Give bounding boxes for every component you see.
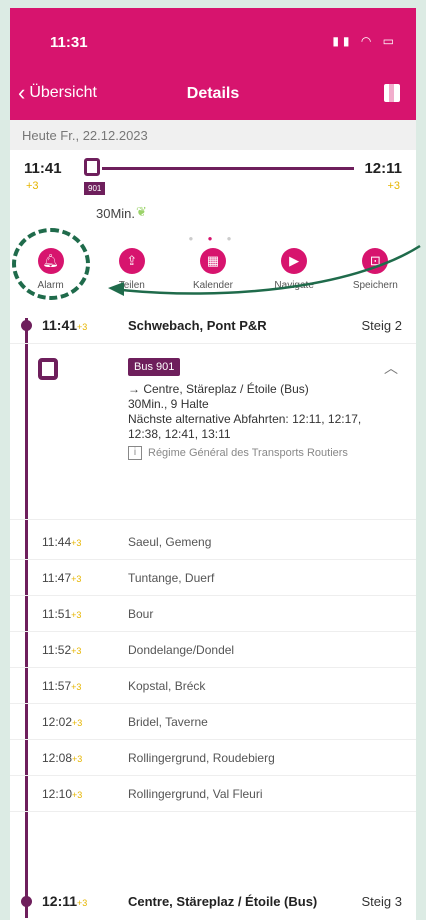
- date-header: Heute Fr., 22.12.2023: [10, 120, 416, 150]
- origin-time: 11:41+3: [42, 317, 88, 333]
- intermediate-stop[interactable]: 12:10+3 Rollingergrund, Val Fleuri: [10, 776, 416, 812]
- destination-stop[interactable]: 12:11+3 Centre, Stäreplaz / Étoile (Bus)…: [10, 884, 416, 920]
- stop-time: 11:52+3: [42, 643, 82, 657]
- annotation-dashed-circle: [12, 228, 90, 300]
- intermediate-stop[interactable]: 11:44+3 Saeul, Gemeng: [10, 524, 416, 560]
- map-icon[interactable]: [384, 84, 400, 102]
- nav-bar: ‹ Übersicht Details: [10, 68, 416, 120]
- stop-time: 11:51+3: [42, 607, 82, 621]
- line-badge: 901: [84, 182, 106, 195]
- stop-name: Bour: [128, 607, 154, 621]
- trip-summary: 11:41 +3 901 12:11 +3 30Min. ❦ ● ● ●: [10, 150, 416, 244]
- stop-name: Dondelange/Dondel: [128, 643, 235, 657]
- leaf-icon: ❦: [136, 204, 147, 219]
- status-bar: 11:31 ▮▮ ◠ ▭: [10, 8, 416, 68]
- info-icon: i: [128, 446, 142, 460]
- stop-name: Tuntange, Duerf: [128, 571, 215, 585]
- operator-name: Régime Général des Transports Routiers: [148, 447, 348, 459]
- leg-info: → Centre, Stäreplaz / Étoile (Bus) 30Min…: [128, 382, 388, 461]
- signal-wifi-battery-icon: ▮▮ ◠ ▭: [332, 34, 398, 48]
- intermediate-stop[interactable]: 11:57+3 Kopstal, Bréck: [10, 668, 416, 704]
- stop-time: 12:08+3: [42, 751, 83, 765]
- app-screen: 11:31 ▮▮ ◠ ▭ ‹ Übersicht Details Heute F…: [10, 8, 416, 920]
- bus-icon: [38, 358, 58, 380]
- operator-info: i Régime Général des Transports Routiers: [128, 446, 388, 461]
- intermediate-stop[interactable]: 11:52+3 Dondelange/Dondel: [10, 632, 416, 668]
- stop-time: 12:10+3: [42, 787, 83, 801]
- annotation-arrow: [108, 244, 421, 296]
- stop-list: 11:41+3 Schwebach, Pont P&R Steig 2 Bus …: [10, 308, 416, 920]
- stop-time: 11:47+3: [42, 571, 82, 585]
- stop-name: Rollingergrund, Roudebierg: [128, 751, 275, 765]
- destination-time: 12:11+3: [42, 893, 88, 909]
- leg-direction: → Centre, Stäreplaz / Étoile (Bus): [128, 382, 309, 396]
- intermediate-stop[interactable]: 12:02+3 Bridel, Taverne: [10, 704, 416, 740]
- stop-name: Saeul, Gemeng: [128, 535, 212, 549]
- arrow-head: [108, 282, 124, 296]
- bus-line-badge: Bus 901: [128, 358, 181, 376]
- departure-delay: +3: [26, 180, 39, 192]
- origin-name: Schwebach, Pont P&R: [128, 318, 267, 333]
- trip-timeline-bar: [102, 167, 354, 170]
- bus-icon: [84, 158, 100, 176]
- origin-platform: Steig 2: [361, 318, 402, 333]
- leg-alternatives: Nächste alternative Abfahrten: 12:11, 12…: [128, 412, 362, 441]
- stop-name: Rollingergrund, Val Fleuri: [128, 787, 263, 801]
- stop-name: Kopstal, Bréck: [128, 679, 206, 693]
- stop-name: Bridel, Taverne: [128, 715, 208, 729]
- intermediate-stop[interactable]: 11:47+3 Tuntange, Duerf: [10, 560, 416, 596]
- stop-dot: [21, 320, 32, 331]
- leg-details[interactable]: Bus 901 ︿ → Centre, Stäreplaz / Étoile (…: [10, 350, 416, 520]
- departure-time: 11:41: [24, 160, 62, 177]
- stop-time: 11:57+3: [42, 679, 82, 693]
- chevron-up-icon[interactable]: ︿: [384, 358, 398, 378]
- intermediate-stop[interactable]: 11:51+3 Bour: [10, 596, 416, 632]
- arrival-delay: +3: [387, 180, 400, 192]
- stop-dot: [21, 896, 32, 907]
- status-time: 11:31: [50, 34, 88, 51]
- leg-duration-stops: 30Min., 9 Halte: [128, 397, 209, 411]
- page-title: Details: [186, 85, 240, 102]
- destination-platform: Steig 3: [361, 894, 402, 909]
- origin-stop[interactable]: 11:41+3 Schwebach, Pont P&R Steig 2: [10, 308, 416, 344]
- intermediate-stop[interactable]: 12:08+3 Rollingergrund, Roudebierg: [10, 740, 416, 776]
- stop-time: 12:02+3: [42, 715, 83, 729]
- trip-duration: 30Min.: [96, 206, 136, 221]
- stop-time: 11:44+3: [42, 535, 82, 549]
- arrival-time: 12:11: [364, 160, 402, 177]
- destination-name: Centre, Stäreplaz / Étoile (Bus): [128, 894, 318, 909]
- arrow-path: [121, 244, 421, 295]
